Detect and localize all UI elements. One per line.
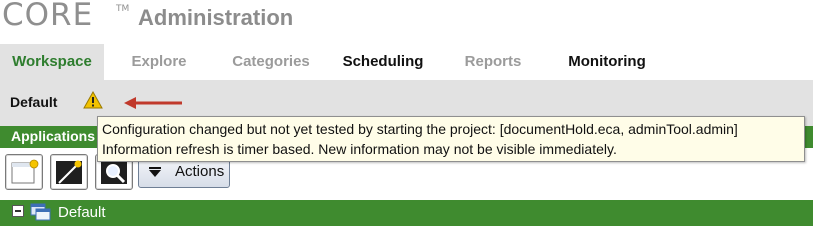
main-tabs: Workspace Explore Categories Scheduling … (0, 44, 813, 80)
windows-group-icon (30, 202, 52, 222)
project-name: Default (10, 94, 58, 110)
app-header: CORE TM Administration (0, 0, 813, 42)
warning-triangle-icon[interactable] (83, 90, 103, 109)
tooltip-line-config: Configuration changed but not yet tested… (102, 121, 738, 137)
tree-item-label: Default (58, 204, 106, 221)
warning-tooltip: Configuration changed but not yet tested… (97, 116, 805, 162)
tab-scheduling[interactable]: Scheduling (328, 44, 438, 80)
tab-workspace[interactable]: Workspace (0, 44, 104, 80)
tab-reports[interactable]: Reports (438, 44, 548, 80)
edit-application-icon (56, 160, 82, 184)
tab-categories[interactable]: Categories (214, 44, 328, 80)
tab-monitoring[interactable]: Monitoring (548, 44, 666, 80)
new-application-button[interactable] (5, 154, 43, 190)
tab-explore[interactable]: Explore (104, 44, 214, 80)
tree-row-default[interactable]: Default (0, 200, 813, 226)
red-arrow-icon (124, 94, 184, 109)
chevron-down-icon (149, 167, 161, 177)
actions-label: Actions (175, 163, 225, 180)
new-application-icon (11, 159, 39, 184)
tooltip-line-refresh: Information refresh is timer based. New … (102, 141, 617, 157)
edit-application-button[interactable] (50, 154, 88, 190)
applications-title: Applications (11, 128, 96, 144)
trademark-mark: TM (116, 4, 130, 14)
collapse-toggle[interactable] (12, 205, 24, 217)
brand-logo: CORE (2, 0, 94, 33)
app-title: Administration (138, 5, 294, 30)
